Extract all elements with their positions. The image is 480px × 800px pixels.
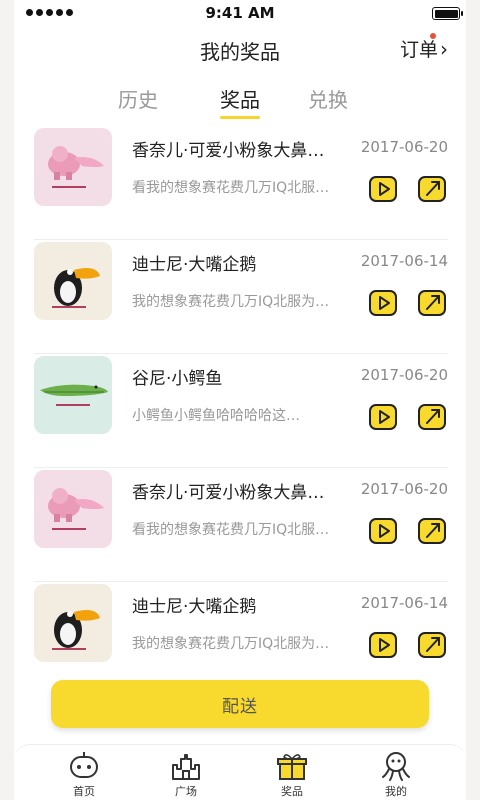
share-icon[interactable]	[417, 173, 447, 203]
play-icon[interactable]	[368, 401, 398, 431]
tabbar-item-mine[interactable]: 我的	[366, 751, 426, 799]
tab-prizes[interactable]: 奖品	[200, 84, 280, 119]
tab-prizes-label: 奖品	[220, 88, 260, 112]
robot-face-icon	[70, 752, 98, 778]
item-title: 迪士尼·大嘴企鹅	[132, 597, 257, 617]
item-title: 谷尼·小鳄鱼	[132, 369, 223, 389]
item-title: 香奈儿·可爱小粉象大鼻…	[132, 141, 325, 161]
tab-bar-top: 历史 奖品 兑换	[0, 84, 480, 124]
item-date: 2017-06-20	[360, 480, 448, 498]
item-date: 2017-06-20	[360, 138, 448, 156]
item-title: 香奈儿·可爱小粉象大鼻…	[132, 483, 325, 503]
tab-exchange[interactable]: 兑换	[288, 84, 368, 113]
tabbar-item-prizes[interactable]: 奖品	[262, 751, 322, 799]
share-icon[interactable]	[417, 287, 447, 317]
item-date: 2017-06-20	[360, 366, 448, 384]
tabbar-label: 广场	[175, 785, 197, 798]
notification-dot	[429, 33, 436, 39]
order-label: 订单	[399, 39, 438, 61]
play-icon[interactable]	[368, 287, 398, 317]
list-item[interactable]: 迪士尼·大嘴企鹅 2017-06-14 我的想象赛花费几万IQ北服为…	[34, 240, 448, 354]
chevron-right-icon: ›	[440, 36, 448, 61]
prize-thumbnail-toucan	[34, 242, 112, 320]
play-icon[interactable]	[368, 173, 398, 203]
prize-list: 香奈儿·可爱小粉象大鼻… 2017-06-20 看我的想象赛花费几万IQ北服… …	[34, 126, 448, 696]
item-desc: 我的想象赛花费几万IQ北服为…	[132, 636, 330, 652]
item-desc: 看我的想象赛花费几万IQ北服…	[132, 180, 330, 196]
status-bar: 9:41 AM	[0, 0, 480, 26]
battery-icon	[432, 7, 463, 20]
tab-history[interactable]: 历史	[98, 84, 178, 113]
prize-thumbnail-toucan	[34, 584, 112, 662]
tabbar-label: 奖品	[281, 785, 303, 798]
item-date: 2017-06-14	[360, 594, 448, 612]
item-date: 2017-06-14	[360, 252, 448, 270]
active-tab-indicator	[220, 116, 260, 119]
deliver-button[interactable]: 配送	[51, 680, 429, 728]
status-time: 9:41 AM	[205, 4, 275, 22]
gift-box-icon	[277, 754, 307, 780]
tabbar-item-square[interactable]: 广场	[156, 751, 216, 799]
share-icon[interactable]	[417, 629, 447, 659]
play-icon[interactable]	[368, 629, 398, 659]
item-desc: 看我的想象赛花费几万IQ北服…	[132, 522, 330, 538]
prize-thumbnail-pink-elephant	[34, 128, 112, 206]
play-icon[interactable]	[368, 515, 398, 545]
share-icon[interactable]	[417, 401, 447, 431]
list-item[interactable]: 谷尼·小鳄鱼 2017-06-20 小鳄鱼小鳄鱼哈哈哈哈这…	[34, 354, 448, 468]
prize-thumbnail-crocodile	[34, 356, 112, 434]
order-link[interactable]: 订单 ›	[399, 33, 448, 62]
share-icon[interactable]	[417, 515, 447, 545]
bottom-tab-bar: 首页 广场 奖品 我的	[14, 744, 466, 800]
list-item[interactable]: 香奈儿·可爱小粉象大鼻… 2017-06-20 看我的想象赛花费几万IQ北服…	[34, 126, 448, 240]
tabbar-label: 首页	[73, 785, 95, 798]
list-item[interactable]: 香奈儿·可爱小粉象大鼻… 2017-06-20 看我的想象赛花费几万IQ北服…	[34, 468, 448, 582]
tabbar-item-home[interactable]: 首页	[54, 751, 114, 799]
castle-icon	[172, 754, 200, 780]
list-item[interactable]: 迪士尼·大嘴企鹅 2017-06-14 我的想象赛花费几万IQ北服为…	[34, 582, 448, 696]
item-title: 迪士尼·大嘴企鹅	[132, 255, 257, 275]
item-desc: 小鳄鱼小鳄鱼哈哈哈哈这…	[132, 408, 300, 424]
phone-frame: 9:41 AM 我的 奖品 订单 › 历史 奖品 兑换 香奈儿·可爱小粉象大鼻… …	[0, 0, 480, 800]
prize-thumbnail-pink-elephant	[34, 470, 112, 548]
item-desc: 我的想象赛花费几万IQ北服为…	[132, 294, 330, 310]
octopus-icon	[382, 752, 410, 781]
tabbar-label: 我的	[385, 785, 407, 798]
